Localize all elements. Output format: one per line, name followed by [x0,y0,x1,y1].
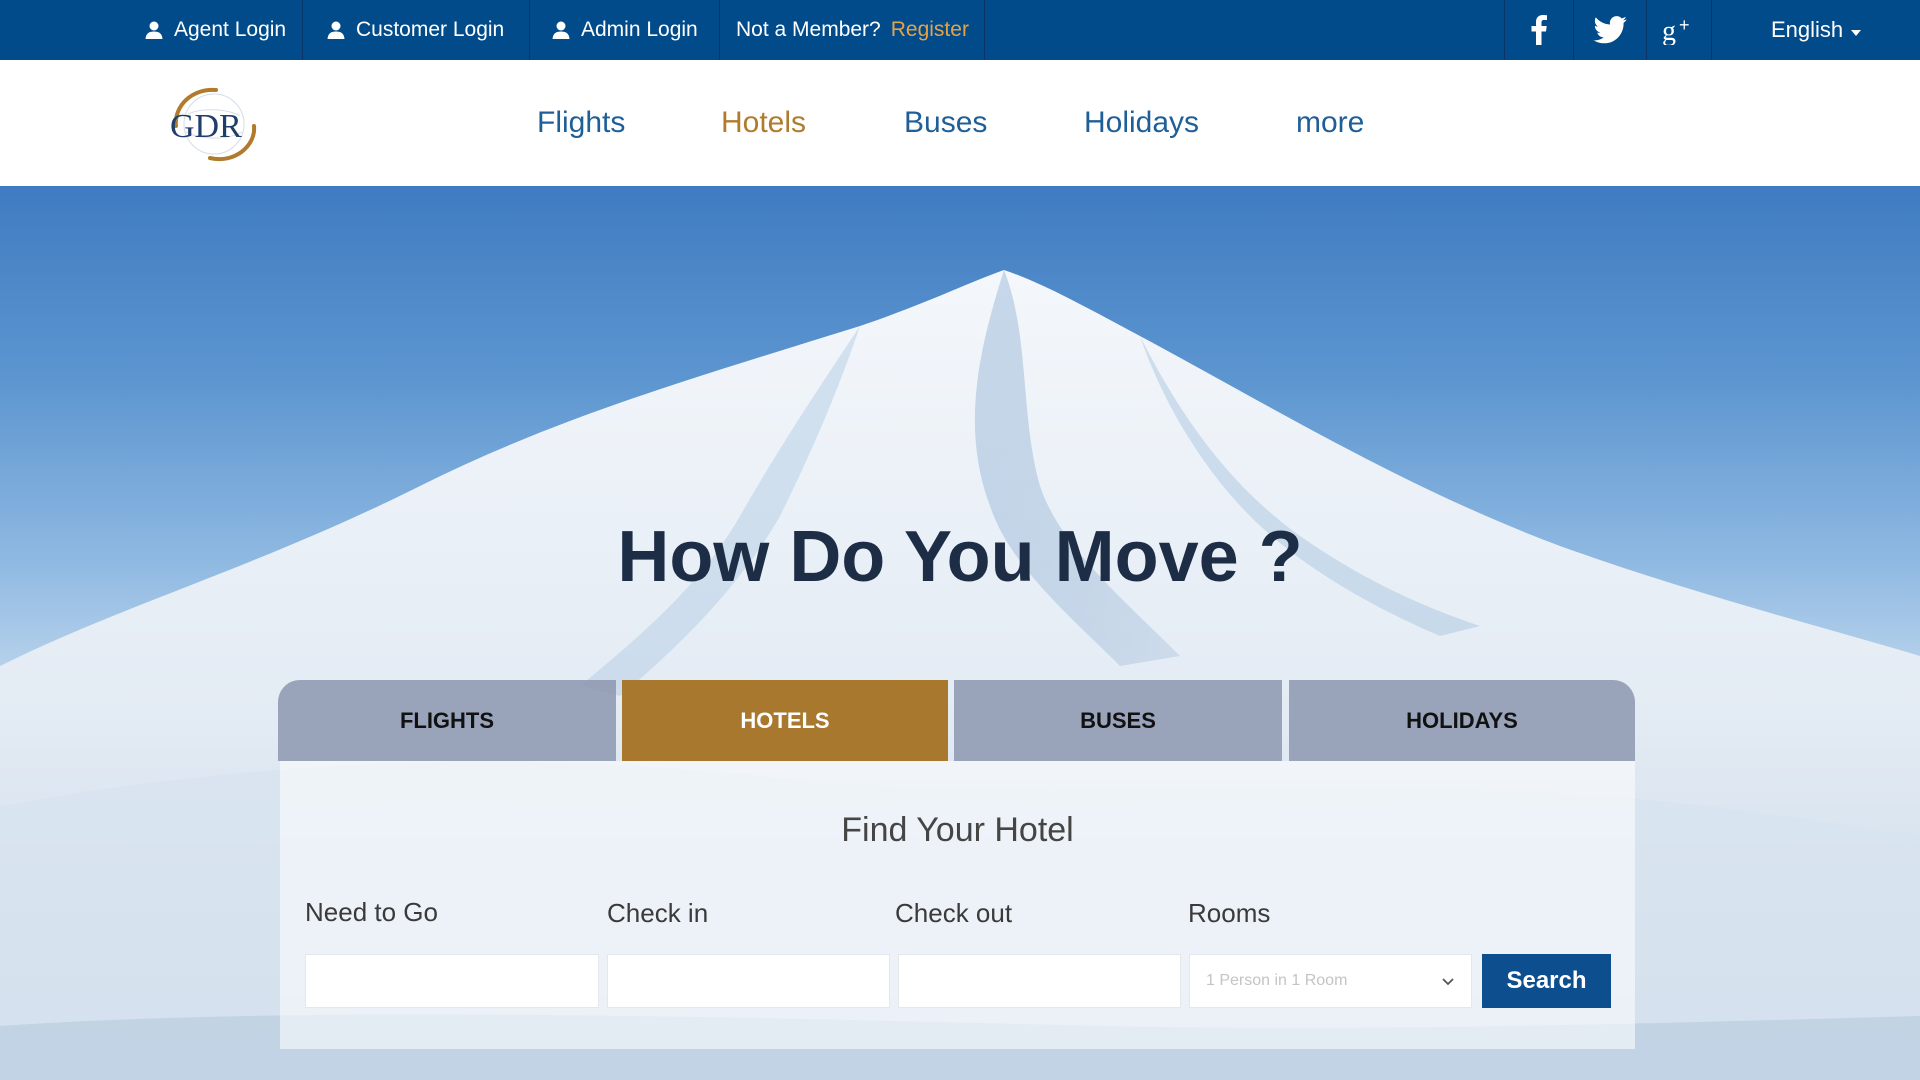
user-icon [552,21,570,39]
tab-holidays[interactable]: HOLIDAYS [1289,680,1635,761]
check-in-input[interactable] [608,955,889,1007]
divider [719,0,720,60]
customer-login-label: Customer Login [356,18,505,41]
rooms-select-value: 1 Person in 1 Room [1206,972,1348,989]
divider [1711,0,1712,60]
tab-flights[interactable]: FLIGHTS [278,680,616,761]
check-in-label: Check in [607,898,709,928]
google-plus-link[interactable]: g + [1647,0,1711,60]
divider [302,0,303,60]
logo-icon: GDR [170,87,257,162]
nav-holidays[interactable]: Holidays [1084,106,1199,140]
agent-login-label: Agent Login [174,18,287,41]
search-button[interactable]: Search [1482,954,1611,1008]
nav-buses[interactable]: Buses [904,106,987,140]
divider [984,0,985,60]
customer-login-link[interactable]: Customer Login [326,0,504,60]
logo-text: GDR [170,108,242,145]
twitter-link[interactable] [1574,0,1646,60]
site-header: GDR Flights Hotels Buses Holidays more [0,60,1920,186]
register-prompt: Not a Member? Register [736,0,969,60]
nav-hotels[interactable]: Hotels [721,106,806,140]
not-member-text: Not a Member? [736,18,881,41]
nav-flights[interactable]: Flights [537,106,625,140]
chevron-down-icon [1442,978,1454,986]
admin-login-link[interactable]: Admin Login [551,0,698,60]
svg-text:g: g [1662,16,1676,45]
google-plus-icon: g + [1662,15,1690,45]
hero-banner: How Do You Move ? FLIGHTS HOTELS BUSES H… [0,186,1920,1080]
check-out-label: Check out [895,898,1013,928]
user-icon [145,21,163,39]
panel-title: Find Your Hotel [841,811,1074,849]
destination-field[interactable] [305,954,599,1008]
register-link[interactable]: Register [891,18,969,42]
top-bar: Agent Login Customer Login Admin Login N… [0,0,1920,60]
hotel-search-panel: Find Your Hotel Need to Go Check in Chec… [280,761,1635,1049]
user-icon [327,21,345,39]
facebook-link[interactable] [1505,0,1573,60]
agent-login-link[interactable]: Agent Login [144,0,286,60]
rooms-label: Rooms [1188,898,1271,928]
tab-buses[interactable]: BUSES [954,680,1282,761]
destination-input[interactable] [306,955,598,1007]
caret-down-icon [1851,30,1862,36]
site-logo[interactable]: GDR [166,84,260,166]
divider [529,0,530,60]
svg-text:+: + [1679,15,1690,35]
hero-title: How Do You Move ? [617,517,1303,597]
check-in-field[interactable] [607,954,890,1008]
destination-label: Need to Go [305,897,438,927]
twitter-icon [1593,16,1627,44]
check-out-input[interactable] [899,955,1180,1007]
rooms-select[interactable]: 1 Person in 1 Room [1189,954,1472,1008]
facebook-icon [1531,15,1547,45]
admin-login-label: Admin Login [581,18,698,41]
tab-hotels[interactable]: HOTELS [622,680,948,761]
nav-more[interactable]: more [1296,106,1364,140]
language-label: English [1771,17,1844,42]
check-out-field[interactable] [898,954,1181,1008]
language-selector[interactable]: English [1771,0,1862,60]
